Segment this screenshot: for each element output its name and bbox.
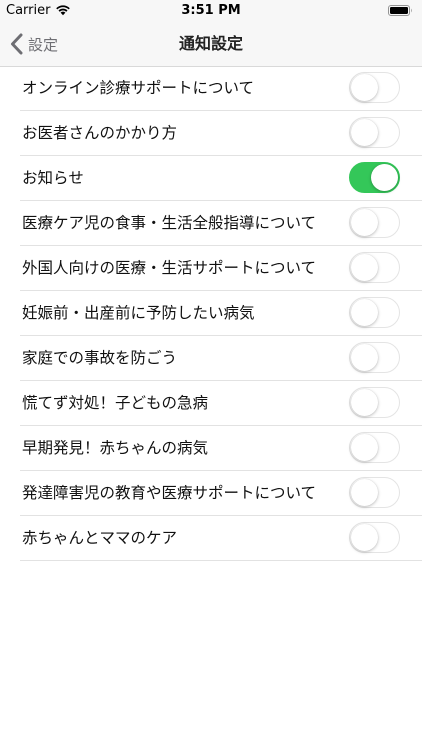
notification-toggle[interactable] [349, 207, 400, 238]
setting-label: 外国人向けの医療・生活サポートについて [22, 259, 317, 277]
notification-toggle[interactable] [349, 432, 400, 463]
page-title: 通知設定 [178, 34, 243, 53]
setting-label: お医者さんのかかり方 [22, 124, 178, 142]
setting-row: 赤ちゃんとママのケア [20, 516, 422, 561]
back-button-label: 設定 [28, 35, 59, 54]
setting-row: 家庭での事故を防ごう [20, 336, 422, 381]
notification-toggle[interactable] [349, 117, 400, 148]
setting-row: 医療ケア児の食事・生活全般指導について [20, 201, 422, 246]
setting-row: お知らせ [20, 156, 422, 201]
setting-row: 早期発見！赤ちゃんの病気 [20, 426, 422, 471]
status-time: 3:51 PM [181, 3, 241, 18]
status-bar: Carrier 3:51 PM [0, 0, 422, 22]
setting-label: 慌てず対処！子どもの急病 [22, 394, 209, 412]
setting-row: 妊娠前・出産前に予防したい病気 [20, 291, 422, 336]
header-area: Carrier 3:51 PM 通知設定 設定 [0, 0, 422, 67]
battery-icon [388, 5, 412, 16]
notification-toggle[interactable] [349, 162, 400, 193]
setting-label: 妊娠前・出産前に予防したい病気 [22, 304, 255, 322]
notification-settings-list: オンライン診療サポートについて お医者さんのかかり方 お知らせ医療ケア児の食事・生活… [20, 66, 422, 561]
toggle-knob [350, 523, 378, 551]
toggle-knob [350, 208, 378, 236]
back-button[interactable]: 設定 [10, 31, 58, 57]
toggle-knob [371, 163, 398, 191]
notification-toggle[interactable] [349, 387, 400, 418]
notification-toggle[interactable] [349, 522, 400, 553]
setting-label: 医療ケア児の食事・生活全般指導について [22, 214, 317, 232]
setting-label: 早期発見！赤ちゃんの病気 [22, 439, 209, 457]
toggle-knob [350, 478, 378, 506]
setting-row: 発達障害児の教育や医療サポートについて [20, 471, 422, 516]
setting-row: 慌てず対処！子どもの急病 [20, 381, 422, 426]
toggle-knob [350, 343, 378, 371]
toggle-knob [350, 73, 378, 101]
toggle-knob [350, 388, 378, 416]
notification-toggle[interactable] [349, 252, 400, 283]
setting-row: 外国人向けの医療・生活サポートについて [20, 246, 422, 291]
setting-label: 家庭での事故を防ごう [22, 349, 178, 367]
toggle-knob [350, 433, 378, 461]
setting-label: 発達障害児の教育や医療サポートについて [22, 484, 317, 502]
setting-label: 赤ちゃんとママのケア [22, 529, 178, 547]
notification-toggle[interactable] [349, 72, 400, 103]
notification-toggle[interactable] [349, 477, 400, 508]
toggle-knob [350, 298, 378, 326]
setting-label: お知らせ [22, 169, 84, 187]
navigation-bar: 通知設定 設定 [0, 22, 422, 66]
setting-row: お医者さんのかかり方 [20, 111, 422, 156]
notification-toggle[interactable] [349, 297, 400, 328]
setting-row: オンライン診療サポートについて [20, 66, 422, 111]
toggle-knob [350, 253, 378, 281]
toggle-knob [350, 118, 378, 146]
notification-toggle[interactable] [349, 342, 400, 373]
setting-label: オンライン診療サポートについて [22, 79, 255, 97]
chevron-left-icon [11, 33, 23, 55]
